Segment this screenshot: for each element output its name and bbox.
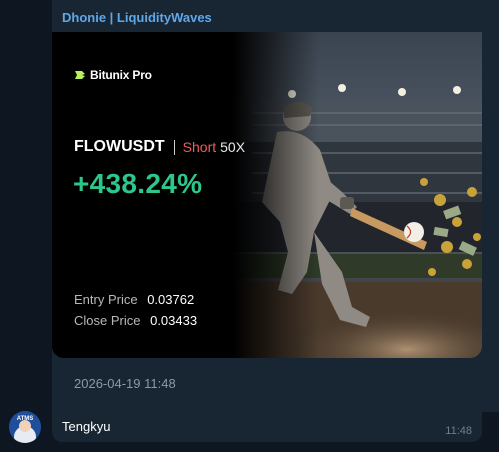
close-price-label: Close Price <box>74 313 141 328</box>
position-summary: FLOWUSDT Short 50X <box>74 138 245 156</box>
entry-price-label: Entry Price <box>74 292 138 307</box>
brand-name: Bitunix Pro <box>90 68 152 82</box>
own-message-bubble[interactable]: Tengkyu 11:48 <box>52 412 482 442</box>
chat-view: Dhonie | LiquidityWaves Bitunix Pro FLOW… <box>0 0 499 452</box>
user-avatar[interactable]: ATMS <box>9 411 41 443</box>
close-price-value: 0.03433 <box>150 313 198 328</box>
bitunix-logo-icon <box>75 71 85 79</box>
divider <box>173 139 175 155</box>
avatar-label: ATMS <box>17 416 34 422</box>
trading-pair: FLOWUSDT <box>74 138 165 155</box>
position-side: Short <box>182 139 217 155</box>
message-time: 11:48 <box>445 425 472 437</box>
entry-price-row: Entry Price 0.03762 <box>74 292 194 307</box>
entry-price-value: 0.03762 <box>147 292 195 307</box>
trade-share-card[interactable]: Bitunix Pro FLOWUSDT Short 50X +438.24% … <box>52 32 482 358</box>
pnl-percentage: +438.24% <box>73 168 203 199</box>
leverage: 50X <box>220 139 246 155</box>
brand-logo: Bitunix Pro <box>74 68 152 82</box>
close-price-row: Close Price 0.03433 <box>74 313 197 328</box>
message-timestamp: 2026-04-19 11:48 <box>74 376 176 391</box>
sender-name[interactable]: Dhonie | LiquidityWaves <box>62 10 212 25</box>
forwarded-message-bubble[interactable]: Dhonie | LiquidityWaves Bitunix Pro FLOW… <box>52 0 499 412</box>
message-text: Tengkyu <box>62 419 111 434</box>
avatar-image: ATMS <box>9 411 41 443</box>
